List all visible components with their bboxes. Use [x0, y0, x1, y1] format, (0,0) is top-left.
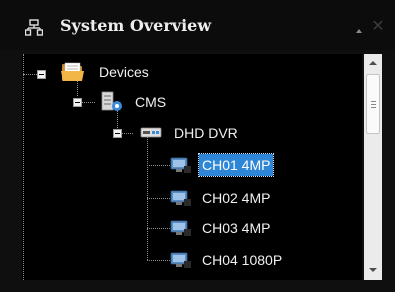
scroll-thumb[interactable] — [366, 74, 380, 134]
tree-connector — [147, 198, 170, 199]
tree-node-channel[interactable]: CH04 1080P — [199, 249, 285, 271]
tree-connector — [147, 165, 170, 166]
scroll-up-button[interactable] — [364, 54, 382, 72]
panel-header: System Overview ✕ — [0, 0, 395, 50]
network-icon — [25, 19, 43, 36]
device-tree[interactable]: Devices CMS DHD DVR CH01 4MP CH02 4MP CH… — [22, 54, 362, 280]
folder-icon — [61, 62, 84, 81]
collapse-toggle[interactable] — [73, 98, 82, 107]
tree-connector — [147, 228, 170, 229]
tree-node-channel[interactable]: CH02 4MP — [199, 187, 273, 209]
tree-connector — [147, 260, 170, 261]
tree-node-dvr[interactable]: DHD DVR — [171, 122, 241, 144]
close-icon[interactable]: ✕ — [370, 16, 386, 36]
tree-node-channel[interactable]: CH01 4MP — [197, 153, 275, 177]
collapse-up-icon[interactable] — [356, 29, 362, 33]
scroll-down-button[interactable] — [364, 260, 382, 280]
tree-node-cms[interactable]: CMS — [132, 91, 169, 113]
camera-channel-icon — [170, 252, 191, 268]
cms-server-icon — [101, 91, 122, 111]
collapse-toggle[interactable] — [113, 129, 122, 138]
tree-node-devices[interactable]: Devices — [96, 61, 152, 83]
grip-line — [371, 104, 376, 105]
grip-line — [371, 107, 376, 108]
camera-channel-icon — [170, 190, 191, 206]
panel-title: System Overview — [60, 16, 212, 35]
tree-guide-line — [23, 54, 24, 280]
vertical-scrollbar[interactable] — [364, 54, 382, 280]
tree-node-channel[interactable]: CH03 4MP — [199, 217, 273, 239]
collapse-toggle[interactable] — [37, 70, 46, 79]
dvr-device-icon — [140, 127, 162, 138]
camera-channel-icon — [170, 220, 191, 236]
grip-line — [371, 101, 376, 102]
camera-channel-icon — [170, 157, 191, 173]
